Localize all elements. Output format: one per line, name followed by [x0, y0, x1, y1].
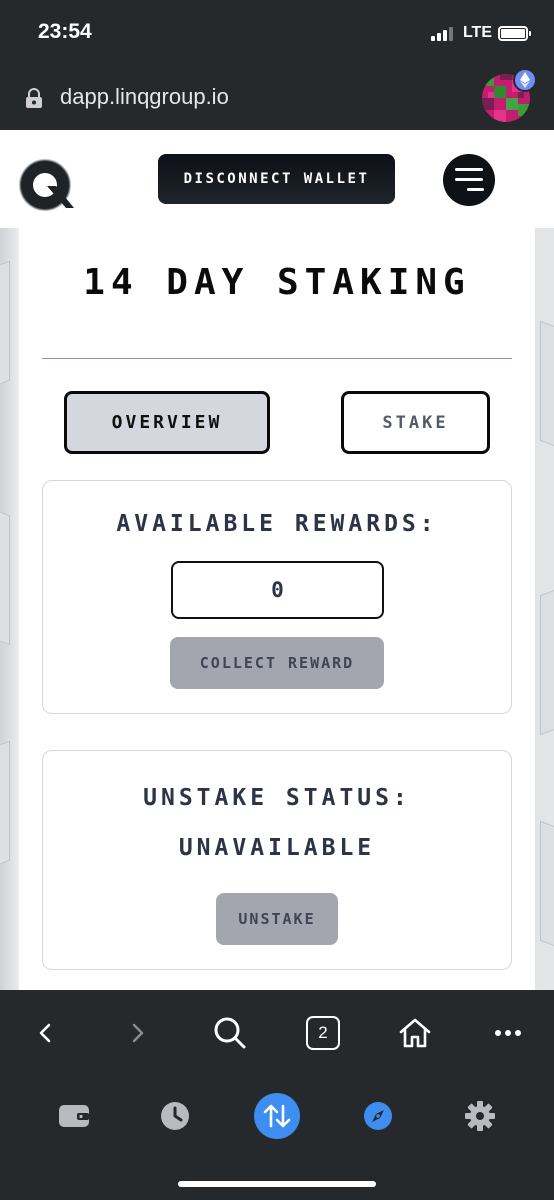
menu-icon[interactable] — [443, 154, 495, 206]
wallet-icon[interactable] — [50, 1092, 98, 1140]
unstake-status-title: UNSTAKE STATUS: — [143, 785, 411, 811]
ethereum-network-icon — [513, 68, 537, 92]
tab-overview[interactable]: OVERVIEW — [64, 391, 270, 454]
address-bar-url[interactable]: dapp.linqgroup.io — [60, 84, 229, 110]
lock-icon — [26, 88, 42, 108]
title-divider — [42, 358, 512, 359]
network-type: LTE — [462, 24, 492, 41]
cellular-signal-icon — [430, 26, 453, 41]
status-time: 23:54 — [38, 20, 92, 43]
settings-icon[interactable] — [456, 1092, 504, 1140]
browser-navbar: 2 — [0, 990, 554, 1078]
page-title: 14 DAY STAKING — [83, 262, 471, 303]
linq-q-logo[interactable] — [14, 156, 76, 214]
back-icon[interactable] — [21, 1008, 71, 1058]
unstake-status-value: UNAVAILABLE — [178, 835, 376, 861]
history-icon[interactable] — [151, 1092, 199, 1140]
status-indicators: LTE — [430, 24, 531, 42]
search-icon[interactable] — [205, 1008, 255, 1058]
staking-card: 14 DAY STAKING OVERVIEW STAKE AVAILABLE … — [19, 228, 535, 990]
tabs-icon[interactable]: 2 — [298, 1008, 348, 1058]
rewards-value: 0 — [171, 561, 384, 619]
rewards-panel: AVAILABLE REWARDS: 0 COLLECT REWARD — [42, 480, 512, 714]
browser-topbar: 23:54 LTE dapp.linqgroup.io — [0, 0, 554, 130]
collect-reward-button[interactable]: COLLECT REWARD — [170, 637, 384, 689]
unstake-panel: UNSTAKE STATUS: UNAVAILABLE UNSTAKE — [42, 750, 512, 970]
rewards-title: AVAILABLE REWARDS: — [116, 511, 438, 537]
home-icon[interactable] — [390, 1008, 440, 1058]
dapp-header: DISCONNECT WALLET — [0, 130, 554, 228]
disconnect-wallet-button[interactable]: DISCONNECT WALLET — [158, 154, 395, 204]
swap-icon[interactable] — [253, 1092, 301, 1140]
wallet-dock — [0, 1078, 554, 1200]
battery-icon — [498, 25, 531, 41]
more-icon[interactable] — [483, 1008, 533, 1058]
unstake-button[interactable]: UNSTAKE — [216, 893, 338, 945]
home-indicator[interactable] — [178, 1181, 376, 1187]
forward-icon[interactable] — [112, 1008, 162, 1058]
tab-stake[interactable]: STAKE — [341, 391, 490, 454]
tab-count: 2 — [306, 1016, 340, 1050]
discover-icon[interactable] — [354, 1092, 402, 1140]
